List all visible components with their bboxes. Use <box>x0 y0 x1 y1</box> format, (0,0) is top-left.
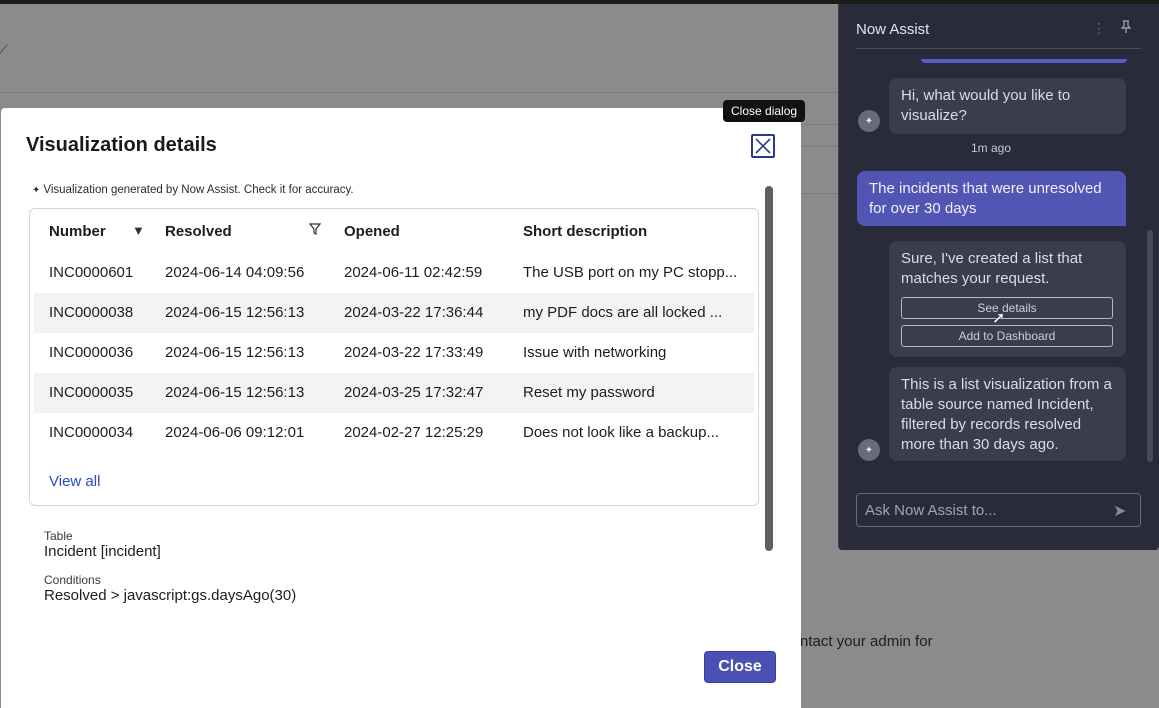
ask-now-assist-input[interactable] <box>865 498 1105 522</box>
background-divider <box>800 146 838 147</box>
background-panel <box>838 550 1159 708</box>
cell-opened: 2024-03-25 17:32:47 <box>344 384 484 401</box>
more-options-icon[interactable]: ⋮ <box>1092 20 1106 37</box>
header-short-description[interactable]: Short description <box>523 223 647 240</box>
close-icon <box>755 138 771 154</box>
table-header: Number ▼ Resolved Opened Short descripti… <box>30 209 758 253</box>
bot-message: Sure, I've created a list that matches y… <box>901 250 1083 287</box>
cell-short-description: Reset my password <box>523 384 655 401</box>
assist-title: Now Assist <box>856 21 930 38</box>
incident-table: Number ▼ Resolved Opened Short descripti… <box>29 208 759 506</box>
filter-icon[interactable] <box>308 223 322 238</box>
cell-resolved: 2024-06-15 12:56:13 <box>165 384 305 401</box>
view-all-link[interactable]: View all <box>49 473 100 490</box>
ask-now-assist-field[interactable]: ➤ <box>856 493 1141 527</box>
conditions-label: Conditions <box>44 573 101 587</box>
mouse-cursor-icon: ➚ <box>992 310 1006 327</box>
sort-descending-icon[interactable]: ▼ <box>132 223 145 238</box>
background-contact-text: ntact your admin for <box>800 633 933 650</box>
cell-short-description: The USB port on my PC stopp... <box>523 264 738 281</box>
cell-short-description: my PDF docs are all locked ... <box>523 304 723 321</box>
cell-number: INC0000038 <box>49 304 134 321</box>
cell-short-description: Issue with networking <box>523 344 667 361</box>
table-row[interactable]: INC0000035 2024-06-15 12:56:13 2024-03-2… <box>34 373 754 413</box>
cell-resolved: 2024-06-15 12:56:13 <box>165 304 305 321</box>
cell-short-description: Does not look like a backup... <box>523 424 719 441</box>
message-timestamp: 1m ago <box>971 141 1012 155</box>
dialog-title: Visualization details <box>26 134 217 156</box>
now-assist-avatar-icon: ✦ <box>858 439 880 461</box>
cell-number: INC0000035 <box>49 384 134 401</box>
close-dialog-tooltip: Close dialog <box>723 100 806 122</box>
close-button[interactable]: Close <box>704 651 776 683</box>
background-divider <box>800 124 838 125</box>
ai-disclaimer: ✦ Visualization generated by Now Assist.… <box>32 184 354 196</box>
table-row[interactable]: INC0000038 2024-06-15 12:56:13 2024-03-2… <box>34 293 754 333</box>
user-message: The incidents that were unresolved for o… <box>857 171 1126 226</box>
table-row[interactable]: INC0000601 2024-06-14 04:09:56 2024-06-1… <box>34 253 754 293</box>
cell-resolved: 2024-06-15 12:56:13 <box>165 344 305 361</box>
cell-opened: 2024-03-22 17:36:44 <box>344 304 484 321</box>
cell-opened: 2024-06-11 02:42:59 <box>344 264 483 281</box>
add-to-dashboard-button[interactable]: Add to Dashboard <box>901 325 1113 347</box>
conditions-value: Resolved > javascript:gs.daysAgo(30) <box>44 587 297 604</box>
table-row[interactable]: INC0000036 2024-06-15 12:56:13 2024-03-2… <box>34 333 754 373</box>
sparkle-icon: ✦ <box>32 184 41 196</box>
cell-number: INC0000034 <box>49 424 134 441</box>
header-resolved[interactable]: Resolved <box>165 223 232 240</box>
visualization-details-dialog: Visualization details Close dialog ✦ Vis… <box>1 100 806 708</box>
table-value: Incident [incident] <box>44 543 161 560</box>
dialog-scrollbar[interactable] <box>765 186 773 551</box>
previous-message-edge <box>921 59 1127 63</box>
background-divider <box>0 92 838 93</box>
cell-opened: 2024-02-27 12:25:29 <box>344 424 484 441</box>
now-assist-avatar-icon: ✦ <box>858 110 880 132</box>
now-assist-panel: Now Assist ⋮ Hi, what would you like to … <box>838 4 1159 550</box>
header-number[interactable]: Number <box>49 223 106 240</box>
assist-scrollbar[interactable] <box>1147 230 1153 462</box>
send-icon[interactable]: ➤ <box>1113 501 1126 521</box>
pin-icon[interactable] <box>1120 20 1132 37</box>
chevron-icon: ⟋ <box>0 42 8 58</box>
cell-resolved: 2024-06-14 04:09:56 <box>165 264 305 281</box>
close-dialog-button[interactable] <box>751 134 775 158</box>
bot-message: This is a list visualization from a tabl… <box>889 367 1126 461</box>
bot-message: Hi, what would you like to visualize? <box>889 78 1126 134</box>
cell-opened: 2024-03-22 17:33:49 <box>344 344 484 361</box>
cell-number: INC0000601 <box>49 264 134 281</box>
assist-divider <box>856 48 1141 49</box>
header-opened[interactable]: Opened <box>344 223 400 240</box>
see-details-button[interactable]: See details <box>901 297 1113 319</box>
table-row[interactable]: INC0000034 2024-06-06 09:12:01 2024-02-2… <box>34 413 754 453</box>
table-label: Table <box>44 529 73 543</box>
cell-resolved: 2024-06-06 09:12:01 <box>165 424 305 441</box>
background-divider <box>800 193 838 194</box>
ai-disclaimer-text: Visualization generated by Now Assist. C… <box>43 184 354 196</box>
cell-number: INC0000036 <box>49 344 134 361</box>
